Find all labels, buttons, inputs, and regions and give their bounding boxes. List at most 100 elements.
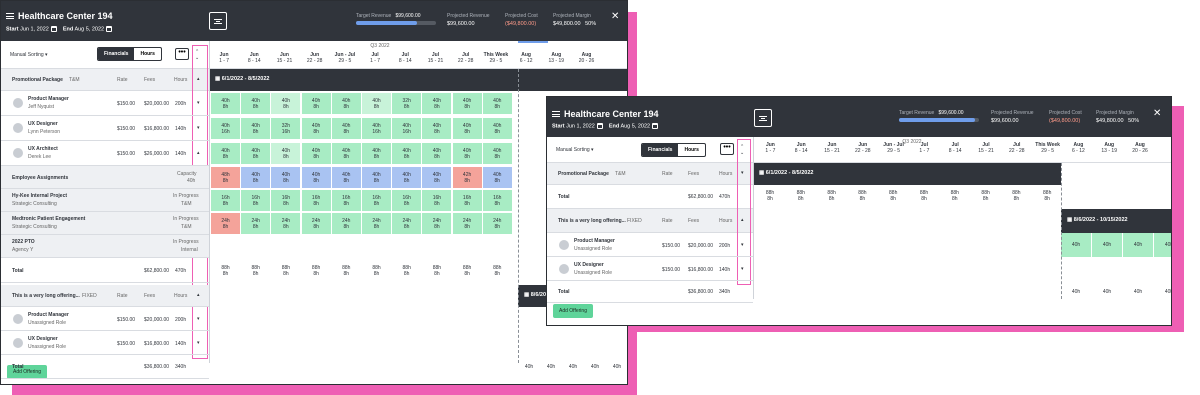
allocation-cell[interactable]: 88h 8h	[392, 260, 421, 281]
allocation-cell[interactable]: 40h 8h	[482, 93, 512, 114]
more-options-button[interactable]: •••	[720, 143, 734, 155]
role-row[interactable]: Product Manager Jeff Nyquist $150.00 $20,00…	[1, 91, 209, 116]
week-column-header[interactable]: Aug 20 - 26	[571, 52, 601, 64]
allocation-cell[interactable]: 40h 8h	[362, 143, 391, 164]
allocation-cell[interactable]: 40h 8h	[271, 143, 301, 164]
assignment-row[interactable]: Medtronic Patient Engagement Strategic Co…	[1, 212, 209, 235]
allocation-cell[interactable]: 88h 8h	[332, 260, 361, 281]
calendar-icon[interactable]	[652, 123, 659, 129]
week-column-header[interactable]: Jul 15 - 21	[971, 142, 1002, 154]
allocation-cell[interactable]: 40h 8h	[452, 118, 482, 139]
allocation-cell[interactable]: 40h 8h	[331, 93, 361, 114]
allocation-cell[interactable]: 40h 8h	[331, 167, 361, 188]
week-column-header[interactable]: Jun 22 - 28	[300, 52, 330, 64]
close-icon[interactable]: ✕	[1153, 108, 1161, 119]
menu-icon[interactable]	[6, 13, 14, 19]
allocation-cell[interactable]: 42h 8h	[452, 167, 482, 188]
week-column-header[interactable]: Jul 22 - 28	[1001, 142, 1032, 154]
allocation-cell[interactable]: 40h 8h	[301, 143, 331, 164]
allocation-cell[interactable]: 40h	[1061, 233, 1091, 257]
allocation-cell[interactable]: 40h 8h	[422, 167, 452, 188]
allocation-cell[interactable]: 88h 8h	[362, 260, 391, 281]
allocation-cell[interactable]: 40h 8h	[392, 143, 422, 164]
allocation-cell[interactable]: 40h 8h	[362, 167, 391, 188]
filter-button[interactable]	[754, 109, 772, 127]
allocation-cell[interactable]: 88h 8h	[483, 260, 512, 281]
allocation-cell[interactable]: 40h 8h	[422, 143, 452, 164]
role-row[interactable]: UX Designer Unassigned Role $150.00 $16,800…	[547, 257, 753, 281]
week-column-header[interactable]: Aug 13 - 19	[1094, 142, 1125, 154]
allocation-cell[interactable]: 32h 16h	[271, 118, 301, 139]
week-column-header[interactable]: Aug 6 - 12	[511, 52, 541, 64]
sorting-dropdown[interactable]: Manual Sorting ▾	[10, 52, 48, 58]
assignee-name[interactable]: Unassigned Role	[28, 344, 66, 350]
allocation-cell[interactable]: 40h	[1092, 233, 1122, 257]
week-column-header[interactable]: Jun - Jul 29 - 5	[330, 52, 360, 64]
allocation-cell[interactable]: 16h 8h	[271, 190, 301, 211]
chevron-down-icon[interactable]: ▾	[197, 316, 200, 322]
offering-name[interactable]: This is a very long offering...	[12, 293, 80, 299]
chevron-down-icon[interactable]: ▾	[197, 100, 200, 106]
allocation-cell[interactable]: 88h 8h	[302, 260, 331, 281]
allocation-cell[interactable]: 16h 8h	[452, 190, 482, 211]
week-column-header[interactable]: Jun 22 - 28	[847, 142, 878, 154]
assignment-row[interactable]: Hy-Kee Internal Project Strategic Consult…	[1, 189, 209, 212]
week-column-header[interactable]: Aug 20 - 26	[1125, 142, 1156, 154]
allocation-cell[interactable]: 24h 8h	[422, 213, 452, 234]
allocation-cell[interactable]: 16h 8h	[211, 190, 240, 211]
allocation-cell[interactable]: 24h 8h	[301, 213, 331, 234]
chevron-down-icon[interactable]: ▾	[741, 242, 744, 248]
chevron-down-icon[interactable]: ▾	[741, 266, 744, 272]
allocation-cell[interactable]: 40h 8h	[241, 118, 271, 139]
filter-button[interactable]	[209, 12, 227, 30]
calendar-icon[interactable]	[50, 26, 57, 32]
financials-tab[interactable]: Financials	[98, 48, 135, 60]
end-date[interactable]: Aug 5, 2022	[620, 123, 650, 129]
allocation-cell[interactable]: 88h 8h	[422, 260, 451, 281]
allocation-cell[interactable]: 40h 8h	[301, 93, 331, 114]
allocation-cell[interactable]: 40h 8h	[301, 118, 331, 139]
allocation-cell[interactable]: 40h 8h	[301, 167, 331, 188]
allocation-cell[interactable]: 40h 8h	[241, 167, 271, 188]
allocation-cell[interactable]: 88h 8h	[453, 260, 482, 281]
allocation-cell[interactable]: 32h 8h	[392, 93, 422, 114]
allocation-cell[interactable]: 24h 8h	[362, 213, 391, 234]
week-column-header[interactable]: This Week 29 - 5	[481, 52, 511, 64]
chevron-up-icon[interactable]: ▴	[197, 292, 200, 298]
assignee-name[interactable]: Derek Lee	[28, 154, 51, 160]
week-column-header[interactable]: Jul 15 - 21	[420, 52, 450, 64]
allocation-cell[interactable]: 40h 16h	[362, 118, 391, 139]
week-column-header[interactable]: Jul 1 - 7	[360, 52, 390, 64]
allocation-cell[interactable]: 16h 8h	[422, 190, 452, 211]
hours-tab[interactable]: Hours	[134, 48, 160, 60]
role-row[interactable]: Product Manager Unassigned Role $150.00 $20…	[1, 307, 209, 331]
allocation-cell[interactable]: 88h 8h	[211, 260, 240, 281]
chevron-down-icon[interactable]: ▾	[197, 340, 200, 346]
allocation-cell[interactable]: 40h 8h	[211, 143, 240, 164]
close-icon[interactable]: ✕	[611, 11, 619, 22]
sorting-dropdown[interactable]: Manual Sorting ▾	[556, 147, 594, 153]
allocation-cell[interactable]: 40h 8h	[482, 118, 512, 139]
allocation-cell[interactable]: 24h 8h	[271, 213, 301, 234]
allocation-cell[interactable]: 40h 8h	[452, 93, 482, 114]
start-date[interactable]: Jun 1, 2022	[566, 123, 595, 129]
allocation-cell[interactable]: 40h 8h	[331, 118, 361, 139]
allocation-cell[interactable]: 24h 8h	[452, 213, 482, 234]
menu-icon[interactable]	[552, 111, 560, 117]
role-row[interactable]: Product Manager Unassigned Role $150.00 $20…	[547, 233, 753, 257]
week-column-header[interactable]: Jun - Jul 29 - 5	[878, 142, 909, 154]
allocation-cell[interactable]: 40h 8h	[422, 118, 452, 139]
allocation-cell[interactable]: 88h 8h	[241, 260, 270, 281]
assignment-row[interactable]: 2022 PTO Agency Y In Progress Internal	[1, 235, 209, 258]
allocation-cell[interactable]: 24h 8h	[241, 213, 271, 234]
end-date[interactable]: Aug 5, 2022	[74, 26, 104, 32]
allocation-cell[interactable]: 88h 8h	[271, 260, 300, 281]
offering-name[interactable]: This is a very long offering...	[558, 218, 626, 224]
allocation-cell[interactable]: 16h 8h	[482, 190, 512, 211]
calendar-icon[interactable]	[596, 123, 603, 129]
allocation-cell[interactable]: 24h 8h	[211, 213, 240, 234]
assignee-name[interactable]: Unassigned Role	[574, 246, 612, 252]
assignee-name[interactable]: Jeff Nyquist	[28, 104, 54, 110]
allocation-cell[interactable]: 24h 8h	[392, 213, 422, 234]
calendar-icon[interactable]	[106, 26, 113, 32]
